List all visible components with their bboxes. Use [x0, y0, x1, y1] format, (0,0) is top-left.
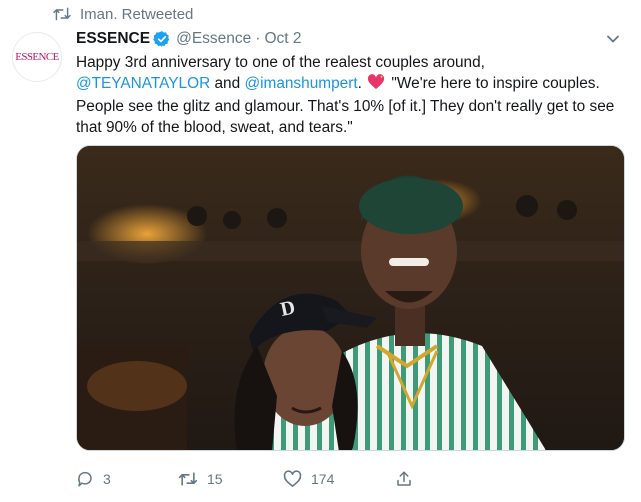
avatar-logo-text: ESSENCE: [15, 51, 59, 63]
author-handle[interactable]: @Essence: [176, 30, 251, 48]
share-button[interactable]: [395, 470, 413, 488]
tweet-header: ESSENCE @Essence · Oct 2: [76, 29, 601, 49]
mention-teyanataylor[interactable]: @TEYANATAYLOR: [76, 75, 210, 92]
tweet-text: Happy 3rd anniversary to one of the real…: [76, 52, 621, 138]
reply-icon: [76, 470, 94, 488]
verified-badge-icon: [153, 30, 171, 48]
header-separator: ·: [255, 30, 261, 47]
social-context[interactable]: Iman. Retweeted: [52, 4, 193, 24]
like-button[interactable]: 174: [283, 470, 395, 488]
reply-button[interactable]: 3: [76, 470, 178, 488]
heart-icon: [283, 470, 302, 488]
like-count: 174: [311, 471, 335, 487]
share-icon: [395, 470, 413, 488]
tweet-actions: 3 15 174: [76, 468, 496, 490]
tweet-timestamp[interactable]: Oct 2: [264, 30, 301, 48]
tweet-photo[interactable]: D: [76, 145, 625, 451]
tweet-text-part: and: [210, 75, 245, 92]
retweet-icon: [178, 470, 198, 488]
tweet-text-part: Happy 3rd anniversary to one of the real…: [76, 54, 485, 71]
author-display-name[interactable]: ESSENCE: [76, 30, 150, 48]
tweet-text-part: .: [357, 75, 367, 92]
retweet-count: 15: [207, 471, 223, 487]
retweet-icon: [52, 6, 72, 22]
mention-imanshumpert[interactable]: @imanshumpert: [244, 75, 357, 92]
reply-count: 3: [103, 471, 111, 487]
social-context-text: Iman. Retweeted: [80, 5, 194, 23]
heart-with-sparkles-emoji: [367, 74, 385, 96]
author-avatar[interactable]: ESSENCE: [12, 32, 62, 82]
retweet-button[interactable]: 15: [178, 470, 283, 488]
chevron-down-icon[interactable]: [605, 31, 621, 47]
